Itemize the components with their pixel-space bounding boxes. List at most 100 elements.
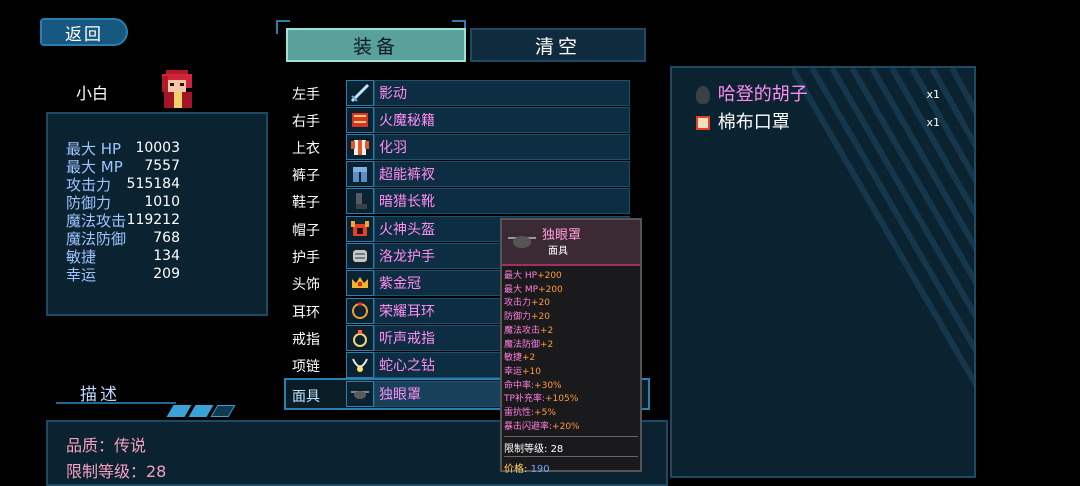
stat-max-mp-value: 7557 xyxy=(144,158,180,174)
tooltip-item-name: 独眼罩 xyxy=(542,228,582,243)
stat-max-hp-value: 10003 xyxy=(135,140,180,156)
tooltip-stat-value: +20% xyxy=(552,421,580,432)
ring-icon xyxy=(346,325,374,351)
equip-slot-shoes[interactable]: 暗猎长靴 xyxy=(374,188,630,214)
inventory-item-beard[interactable]: 哈登的胡子 xyxy=(696,80,808,106)
stat-agility-label: 敏捷 xyxy=(66,248,97,266)
tooltip-header: 独眼罩 面具 xyxy=(502,220,640,266)
gauntlet-icon xyxy=(346,243,374,269)
character-name: 小白 xyxy=(76,84,109,103)
tooltip-stat: 攻击力+20 xyxy=(504,297,550,311)
stat-luck-value: 209 xyxy=(153,266,180,282)
stripe xyxy=(210,405,236,417)
character-avatar-icon xyxy=(156,66,200,110)
equip-slot-pants[interactable]: 超能裤衩 xyxy=(374,161,630,187)
tooltip-stat: 敏捷+2 xyxy=(504,352,535,366)
slot-label-left-hand: 左手 xyxy=(292,87,320,103)
tooltip-stat-label: 魔法攻击 xyxy=(504,325,541,336)
book-icon xyxy=(346,107,374,133)
decorative-stripes xyxy=(166,402,236,421)
slot-label-shoes: 鞋子 xyxy=(292,195,320,211)
slot-label-earring: 耳环 xyxy=(292,305,320,321)
tooltip-stat-label: TP补充率: xyxy=(504,394,545,405)
decorative-diagonal-stripes xyxy=(792,68,974,388)
slot-label-ring: 戒指 xyxy=(292,332,320,348)
inventory-item-count: x1 xyxy=(926,116,940,129)
stat-magic-attack-value: 119212 xyxy=(126,212,180,228)
slot-label-headwear: 头饰 xyxy=(292,277,320,293)
stat-defense-label: 防御力 xyxy=(66,194,112,212)
tooltip-stat-value: +2 xyxy=(540,325,554,336)
tooltip-stat-label: 敏捷 xyxy=(504,353,523,364)
tooltip-stat: 命中率:+30% xyxy=(504,380,562,394)
slot-label-right-hand: 右手 xyxy=(292,114,320,130)
pants-icon xyxy=(346,161,374,187)
tooltip-stat-value: +2 xyxy=(540,339,554,350)
slot-label-gloves: 护手 xyxy=(292,250,320,266)
stat-attack-value: 515184 xyxy=(126,176,180,192)
stripe xyxy=(166,405,192,417)
tooltip-stat-label: 魔法防御 xyxy=(504,339,541,350)
inventory-item-name: 棉布口罩 xyxy=(717,112,790,133)
tooltip-stat-value: +30% xyxy=(534,380,562,391)
tooltip-stat-value: +5% xyxy=(534,408,556,418)
tooltip-stat: 雷抗性:+5% xyxy=(504,407,556,421)
slot-label-hat: 帽子 xyxy=(292,223,320,239)
sword-icon xyxy=(346,80,374,106)
tooltip-stat: 魔法防御+2 xyxy=(504,339,553,353)
tooltip-stat-value: +2 xyxy=(522,353,536,364)
divider xyxy=(56,402,176,404)
slot-label-necklace: 项链 xyxy=(292,359,320,375)
tab-equip[interactable]: 装备 xyxy=(286,28,466,62)
tooltip-stat-label: 防御力 xyxy=(504,312,532,323)
tooltip-stat: 魔法攻击+2 xyxy=(504,325,553,339)
boots-icon xyxy=(346,188,374,214)
tooltip-stat-label: 暴击闪避率: xyxy=(504,421,553,432)
tab-bar: 装备 清空 xyxy=(276,20,646,66)
inventory-panel: 哈登的胡子 x1 棉布口罩 x1 xyxy=(670,66,976,478)
tooltip-stat: 最大 HP+200 xyxy=(504,270,562,284)
tooltip-stat-label: 最大 MP xyxy=(504,284,539,295)
tooltip-stat-value: +200 xyxy=(538,284,563,295)
tooltip-level-limit-value: 28 xyxy=(550,444,564,455)
equip-slot-top[interactable]: 化羽 xyxy=(374,134,630,160)
tooltip-stat-label: 雷抗性: xyxy=(504,408,535,418)
inventory-item-mask[interactable]: 棉布口罩 xyxy=(696,108,790,134)
tooltip-item-type: 面具 xyxy=(548,246,568,257)
necklace-icon xyxy=(346,352,374,378)
tooltip-stat: TP补充率:+105% xyxy=(504,393,578,407)
stat-magic-defense-value: 768 xyxy=(153,230,180,246)
tooltip-price-label: 价格: xyxy=(504,464,528,475)
slot-label-mask: 面具 xyxy=(292,389,320,405)
eyepatch-icon xyxy=(508,230,536,252)
crown-icon xyxy=(346,270,374,296)
tooltip-stat: 幸运+10 xyxy=(504,366,541,380)
slot-label-top: 上衣 xyxy=(292,141,320,157)
equip-slot-left-hand[interactable]: 影动 xyxy=(374,80,630,106)
slot-label-pants: 裤子 xyxy=(292,168,320,184)
tooltip-stat: 暴击闪避率:+20% xyxy=(504,421,580,435)
item-quality: 品质：传说 xyxy=(66,436,147,455)
tooltip-stat: 防御力+20 xyxy=(504,311,550,325)
robe-icon xyxy=(346,134,374,160)
tooltip-stat: 最大 MP+200 xyxy=(504,284,563,298)
stats-panel: 最大 HP 10003 最大 MP 7557 攻击力 515184 防御力 10… xyxy=(46,112,268,316)
stat-attack-label: 攻击力 xyxy=(66,176,112,194)
equip-slot-right-hand[interactable]: 火魔秘籍 xyxy=(374,107,630,133)
mask-icon xyxy=(696,116,710,130)
stat-agility-value: 134 xyxy=(153,248,180,264)
tooltip-stat-value: +20 xyxy=(531,298,551,309)
tooltip-price: 价格: 190 xyxy=(504,460,550,475)
back-button[interactable]: 返回 xyxy=(40,18,128,46)
item-tooltip: 独眼罩 面具 最大 HP+200 最大 MP+200 攻击力+20 防御力+20… xyxy=(500,218,642,475)
tab-clear[interactable]: 清空 xyxy=(470,28,646,62)
tooltip-price-value: 190 xyxy=(530,464,550,475)
tooltip-stat-label: 命中率: xyxy=(504,380,535,391)
tooltip-stat-value: +200 xyxy=(537,271,562,281)
tooltip-level-limit-label: 限制等级: xyxy=(504,444,548,455)
earring-icon xyxy=(346,298,374,324)
tooltip-stat-value: +10 xyxy=(522,366,542,377)
tooltip-stat-label: 幸运 xyxy=(504,366,523,377)
tooltip-stat-label: 攻击力 xyxy=(504,298,532,309)
inventory-item-name: 哈登的胡子 xyxy=(717,84,808,105)
